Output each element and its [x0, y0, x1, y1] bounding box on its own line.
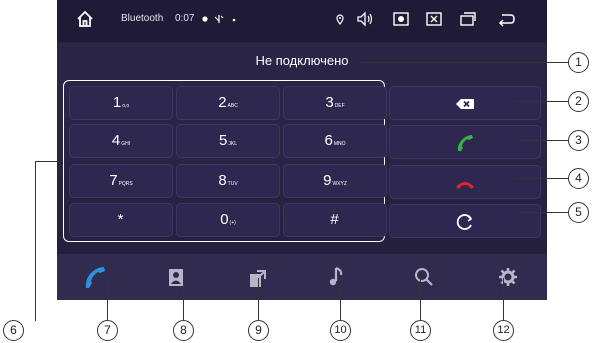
callout-12: 12 — [493, 320, 514, 341]
callout-line-2 — [516, 101, 568, 102]
callout-6: 6 — [3, 320, 24, 341]
callout-line-7 — [107, 278, 108, 320]
callout-5: 5 — [568, 202, 589, 223]
callout-line-8 — [183, 278, 184, 320]
connection-status: Не подключено — [255, 53, 349, 68]
callout-9: 9 — [248, 320, 269, 341]
refresh-button[interactable] — [389, 204, 541, 238]
hangup-icon — [456, 182, 474, 189]
callout-line-9 — [258, 278, 259, 320]
close-box-icon[interactable] — [424, 9, 444, 29]
refresh-icon — [456, 214, 473, 230]
callout-7: 7 — [97, 320, 118, 341]
volume-icon[interactable] — [355, 9, 375, 29]
bottom-navigation — [57, 254, 547, 300]
location-icon — [336, 14, 344, 25]
key-9[interactable]: 9WXYZ — [283, 164, 387, 198]
callout-2: 2 — [568, 91, 589, 112]
dialpad: 1o,o 2ABC 3DEF 4GHI 5JKL 6MNO 7PQRS 8TUV… — [63, 80, 387, 242]
status-bar: Bluetooth 0:07 — [57, 0, 547, 42]
dot-small-icon — [232, 18, 236, 22]
callout-8: 8 — [173, 320, 194, 341]
key-6[interactable]: 6MNO — [283, 124, 387, 158]
key-8[interactable]: 8TUV — [176, 164, 280, 198]
callout-3: 3 — [568, 130, 589, 151]
search-icon[interactable] — [409, 262, 439, 292]
clock: 0:07 — [175, 13, 195, 24]
callout-line-5 — [516, 212, 568, 213]
key-hash[interactable]: # — [283, 203, 387, 237]
call-button[interactable] — [389, 125, 541, 159]
hangup-button[interactable] — [389, 165, 541, 199]
screenshot-icon[interactable] — [391, 9, 411, 29]
back-icon[interactable] — [496, 9, 516, 29]
call-icon — [457, 135, 473, 151]
key-1[interactable]: 1o,o — [69, 86, 173, 120]
key-3[interactable]: 3DEF — [283, 86, 387, 120]
callout-line-10 — [340, 278, 341, 320]
callout-1: 1 — [568, 52, 589, 73]
callout-line-11 — [420, 278, 421, 320]
backspace-icon — [456, 99, 474, 109]
settings-icon[interactable] — [493, 262, 523, 292]
callout-10: 10 — [330, 320, 351, 341]
callout-line-6a — [35, 161, 61, 162]
callout-11: 11 — [410, 320, 431, 341]
callout-line-4 — [516, 178, 568, 179]
callout-line-3 — [516, 140, 568, 141]
phone-icon[interactable] — [79, 262, 109, 292]
key-star[interactable]: * — [69, 203, 173, 237]
callout-line-6b — [35, 161, 36, 321]
callout-line-12 — [503, 278, 504, 320]
backspace-button[interactable] — [389, 86, 541, 120]
key-2[interactable]: 2ABC — [176, 86, 280, 120]
callout-4: 4 — [568, 168, 589, 189]
key-7[interactable]: 7PQRS — [69, 164, 173, 198]
app-title: Bluetooth — [121, 13, 164, 24]
key-5[interactable]: 5JKL — [176, 124, 280, 158]
home-icon[interactable] — [75, 9, 95, 29]
bluetooth-phone-screen: Bluetooth 0:07 Не подключено 1o,o 2ABC 3… — [57, 0, 547, 300]
music-icon[interactable] — [323, 262, 353, 292]
windows-icon[interactable] — [458, 9, 478, 29]
contacts-icon[interactable] — [161, 262, 191, 292]
key-0[interactable]: 0(+) — [176, 203, 280, 237]
key-4[interactable]: 4GHI — [69, 124, 173, 158]
callout-line-1 — [360, 62, 568, 63]
